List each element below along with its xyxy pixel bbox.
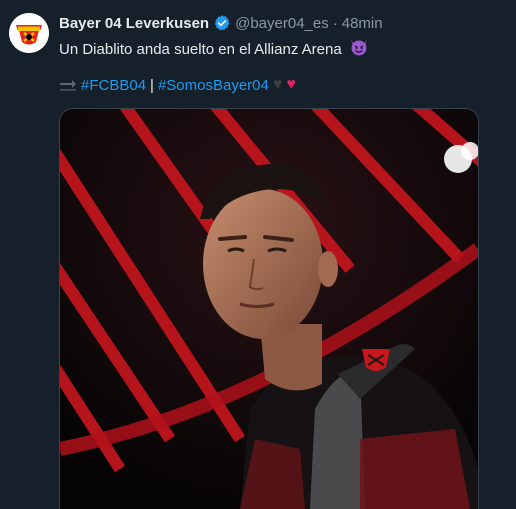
tweet[interactable]: Bayer 04 Leverkusen @bayer04_es · 48min … (0, 0, 516, 509)
author-handle[interactable]: @bayer04_es (235, 15, 329, 32)
author-name[interactable]: Bayer 04 Leverkusen (59, 15, 209, 32)
tweet-header: Bayer 04 Leverkusen @bayer04_es · 48min (59, 13, 383, 33)
hashtag-somosbayer04[interactable]: #SomosBayer04 (158, 77, 269, 94)
tweet-text-body: Un Diablito anda suelto en el Allianz Ar… (59, 41, 342, 58)
bayer04-logo-icon (9, 13, 49, 53)
avatar[interactable] (9, 13, 49, 53)
arrow-soon-icon (59, 76, 77, 94)
verified-badge-icon (213, 14, 231, 32)
red-heart-icon: ♥ (286, 76, 296, 93)
tweet-text: Un Diablito anda suelto en el Allianz Ar… (59, 37, 369, 61)
smiling-devil-emoji-icon (349, 37, 369, 61)
hashtag-line: #FCBB04 | #SomosBayer04 ♥ ♥ (59, 76, 296, 94)
timestamp[interactable]: 48min (342, 15, 383, 32)
black-heart-icon: ♥ (272, 76, 283, 93)
player-photo (60, 109, 478, 509)
tweet-media-image[interactable] (59, 108, 479, 509)
hashtag-separator: | (150, 76, 154, 94)
separator-dot: · (332, 14, 338, 32)
hashtag-fcbb04[interactable]: #FCBB04 (81, 77, 146, 94)
